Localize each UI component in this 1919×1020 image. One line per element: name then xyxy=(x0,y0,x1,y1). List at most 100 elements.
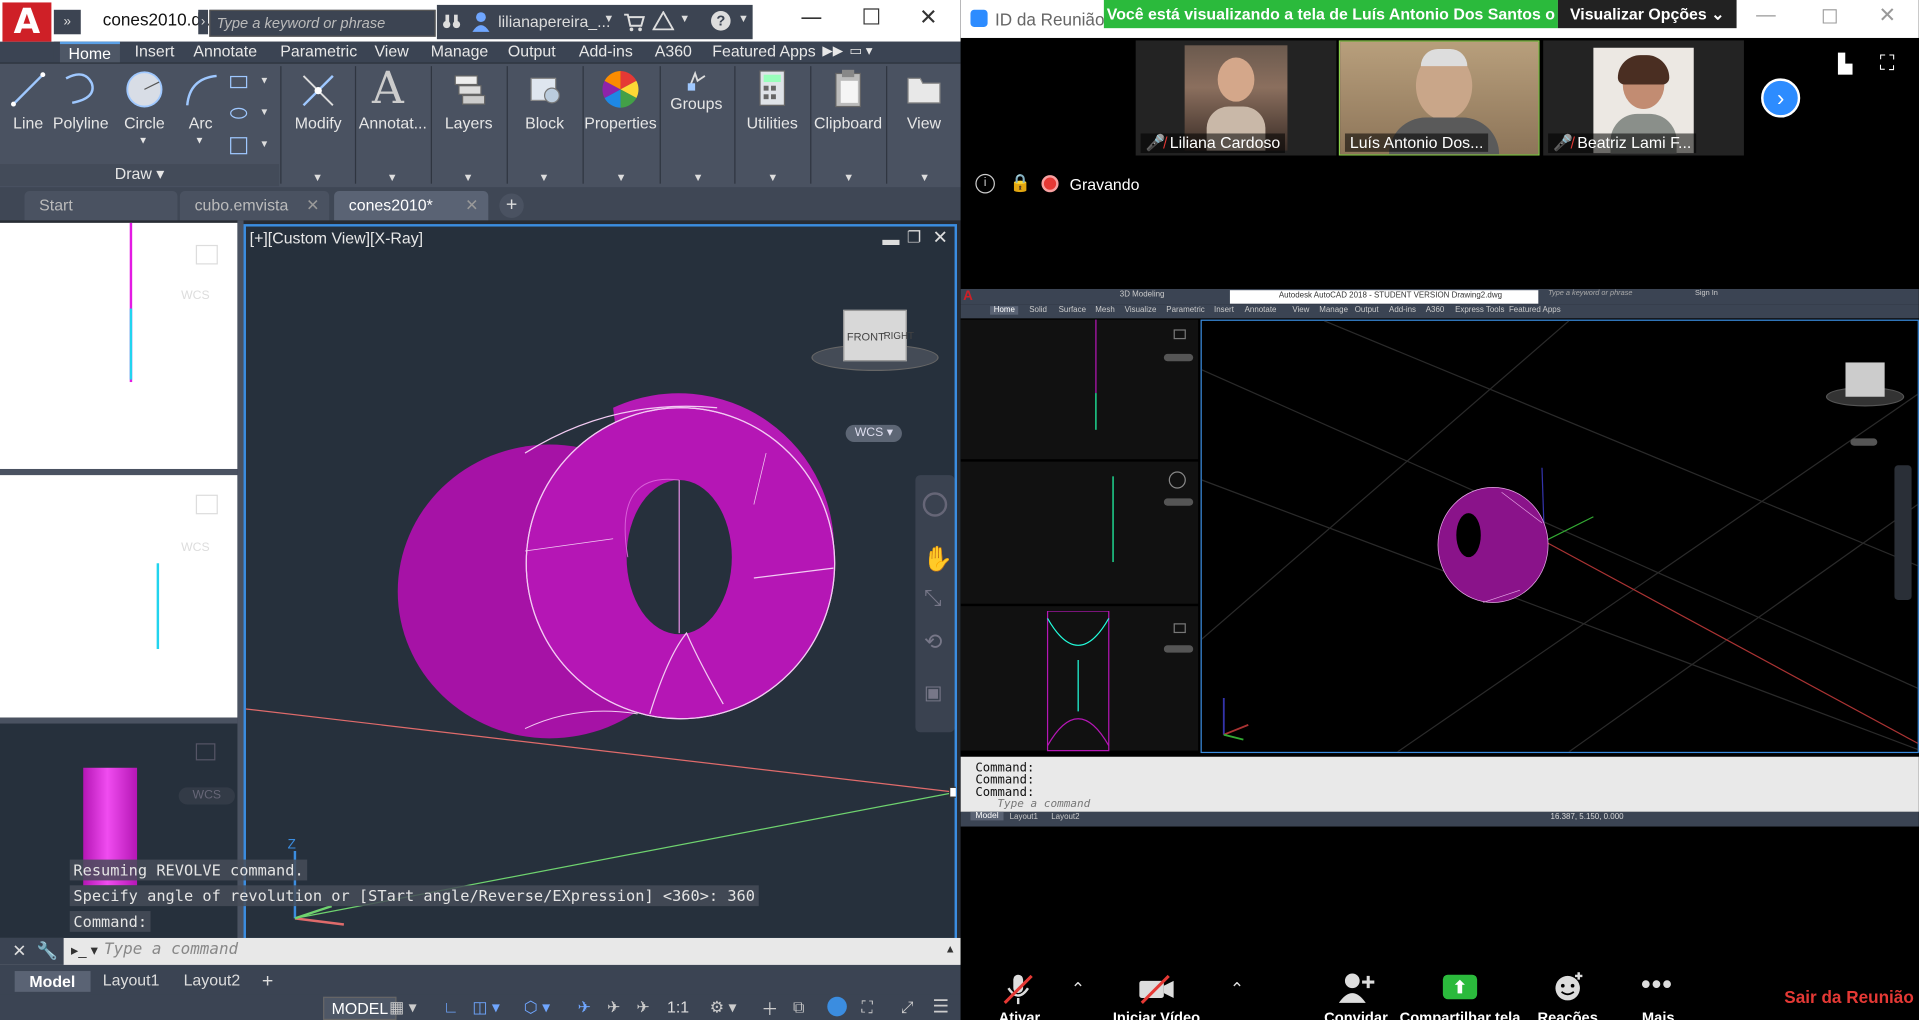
tab-parametric[interactable]: Parametric xyxy=(280,42,357,64)
more-tabs-icon[interactable]: ▶▶ xyxy=(822,42,843,64)
chevron-down-icon[interactable]: ▼ xyxy=(259,138,269,149)
graph-icon[interactable]: ⛶ xyxy=(862,998,873,1018)
chevron-down-icon[interactable]: ▼ xyxy=(259,107,269,118)
viewcube-front[interactable]: FRONT xyxy=(847,331,885,343)
command-line[interactable]: ✕ 🔧 ▸_ ▾ Type a command ▲ xyxy=(0,937,961,965)
scale-dropdown[interactable]: 1:1 xyxy=(667,998,689,1016)
draw-panel-title[interactable]: Draw ▾ xyxy=(0,164,280,187)
hatch-icon[interactable] xyxy=(230,107,248,119)
steering-wheel-icon[interactable] xyxy=(922,492,948,517)
chevron-down-icon[interactable]: ▼ xyxy=(738,12,749,24)
layers-panel-button[interactable]: Layers ▼ xyxy=(433,64,504,186)
help-icon[interactable]: ? xyxy=(711,11,731,31)
main-viewport[interactable]: [+][Custom View][X-Ray] ▬ ❐ ✕ Z FRONT RI… xyxy=(243,224,958,941)
viewport-bottom-left[interactable]: WCS xyxy=(0,723,238,942)
modify-panel-button[interactable]: Modify ▼ xyxy=(284,64,353,186)
tab-cones2010[interactable]: cones2010* ✕ xyxy=(334,191,489,221)
close-button[interactable]: ✕ xyxy=(1879,4,1896,28)
plus-icon[interactable]: ＋ xyxy=(761,997,778,1020)
participant-tile[interactable]: 🎤̸ Beatriz Lami F... xyxy=(1543,40,1744,156)
maximize-button[interactable]: ☐ xyxy=(862,5,882,31)
search-input[interactable]: Type a keyword or phrase xyxy=(209,9,436,37)
tab-featured-apps[interactable]: Featured Apps xyxy=(712,42,815,64)
viewcube-small-icon[interactable] xyxy=(195,743,216,761)
boundary-icon[interactable] xyxy=(230,137,248,155)
viewcube-right[interactable]: RIGHT xyxy=(884,331,914,342)
chevron-down-icon[interactable]: ▼ xyxy=(538,171,549,183)
tab-insert[interactable]: Insert xyxy=(135,42,175,64)
info-icon[interactable]: i xyxy=(975,173,995,194)
osnap-icon[interactable]: ⬡ ▾ xyxy=(524,998,550,1018)
participant-tile-active-speaker[interactable]: Luís Antonio Dos... xyxy=(1338,40,1540,156)
tab-model[interactable]: Model xyxy=(14,971,91,992)
maximize-button[interactable]: ☐ xyxy=(1821,5,1839,29)
viewcube-small-icon[interactable] xyxy=(195,244,218,265)
groups-panel-button[interactable]: Groups ▼ xyxy=(661,64,732,186)
command-prompt-icon[interactable]: ▸_ ▾ xyxy=(71,942,98,959)
user-name[interactable]: lilianapereira_... xyxy=(498,12,610,30)
annotation-visibility-icon[interactable]: ✈ xyxy=(578,998,591,1018)
speaker-view-icon[interactable]: ▙ xyxy=(1838,53,1852,75)
tab-cubo[interactable]: cubo.emvista ✕ xyxy=(179,191,330,221)
view-panel-button[interactable]: View ▼ xyxy=(888,64,959,186)
a360-icon[interactable] xyxy=(652,11,675,31)
chevron-down-icon[interactable]: ▼ xyxy=(616,171,627,183)
tab-add-ins[interactable]: Add-ins xyxy=(579,42,633,64)
lock-icon[interactable]: 🔒 xyxy=(1010,173,1031,194)
add-layout-icon[interactable]: + xyxy=(262,971,273,993)
tab-a360[interactable]: A360 xyxy=(655,42,692,64)
customize-menu-icon[interactable]: ☰ xyxy=(933,996,949,1018)
tab-layout2[interactable]: Layout2 xyxy=(184,971,241,989)
pan-icon[interactable]: ✋ xyxy=(923,544,953,575)
wcs-label[interactable]: WCS xyxy=(181,289,210,302)
close-icon[interactable]: ✕ xyxy=(12,940,26,961)
chevron-down-icon[interactable]: ▼ xyxy=(195,135,205,146)
chevron-down-icon[interactable]: ▼ xyxy=(387,171,398,183)
isolate-icon[interactable]: ⧉ xyxy=(793,998,804,1018)
wcs-menu-button[interactable]: WCS ▾ xyxy=(845,424,902,443)
model-space-button[interactable]: MODEL xyxy=(323,996,397,1020)
block-panel-button[interactable]: Block ▼ xyxy=(509,64,580,186)
settings-gear-icon[interactable]: ⚙ ▾ xyxy=(710,998,737,1018)
tab-annotate[interactable]: Annotate xyxy=(193,42,257,64)
view-options-button[interactable]: Visualizar Opções ⌄ xyxy=(1557,0,1737,29)
chevron-down-icon[interactable]: ▼ xyxy=(463,171,474,183)
binoculars-icon[interactable] xyxy=(442,12,462,32)
chevron-down-icon[interactable]: ▼ xyxy=(767,171,778,183)
shared-screen[interactable]: A 3D Modeling Autodesk AutoCAD 2018 - ST… xyxy=(960,288,1919,829)
chevron-down-icon[interactable]: ▼ xyxy=(693,171,704,183)
tab-start[interactable]: Start xyxy=(24,191,178,221)
ribbon-toggle-icon[interactable]: ▭ ▾ xyxy=(849,42,872,64)
chevron-up-icon[interactable]: ⌃ xyxy=(1230,978,1244,999)
tab-home[interactable]: Home xyxy=(59,41,120,64)
close-icon[interactable]: ✕ xyxy=(306,191,319,220)
viewport-middle-left[interactable]: WCS xyxy=(0,475,238,718)
viewport-top-left[interactable]: WCS xyxy=(0,222,238,469)
tab-output[interactable]: Output xyxy=(508,42,556,64)
new-tab-button[interactable]: + xyxy=(499,193,524,218)
close-button[interactable]: ✕ xyxy=(919,5,937,31)
showmotion-icon[interactable]: ▣ xyxy=(924,681,943,705)
next-participants-button[interactable]: › xyxy=(1761,78,1801,118)
chevron-up-icon[interactable]: ⌃ xyxy=(1071,978,1085,999)
wrench-icon[interactable]: 🔧 xyxy=(37,940,58,961)
participant-tile[interactable]: 🎤̸ Liliana Cardoso xyxy=(1135,40,1337,156)
viewcube-small-icon[interactable] xyxy=(195,494,218,515)
properties-panel-button[interactable]: Properties ▼ xyxy=(584,64,657,186)
title-expand-icon[interactable]: › xyxy=(198,9,209,35)
zoom-extents-icon[interactable]: ⤡ xyxy=(924,585,942,611)
wcs-label[interactable]: WCS xyxy=(181,541,210,554)
minimize-button[interactable]: — xyxy=(1756,5,1776,27)
grid-icon[interactable]: ▦ ▾ xyxy=(389,998,416,1018)
leave-meeting-button[interactable]: Sair da Reunião xyxy=(1784,987,1913,1007)
quick-access-overflow-button[interactable]: » xyxy=(53,9,81,35)
viewcube[interactable]: FRONT RIGHT xyxy=(809,298,944,384)
command-input[interactable]: Type a command xyxy=(104,940,238,958)
utilities-panel-button[interactable]: Utilities ▼ xyxy=(737,64,808,186)
rectangle-icon[interactable] xyxy=(230,75,248,89)
viewcube-box[interactable]: FRONT RIGHT xyxy=(843,309,914,362)
chevron-down-icon[interactable]: ▼ xyxy=(603,12,614,24)
chevron-down-icon[interactable]: ▼ xyxy=(138,135,148,146)
ortho-icon[interactable]: ∟ xyxy=(443,998,459,1016)
chevron-down-icon[interactable]: ▼ xyxy=(843,171,854,183)
